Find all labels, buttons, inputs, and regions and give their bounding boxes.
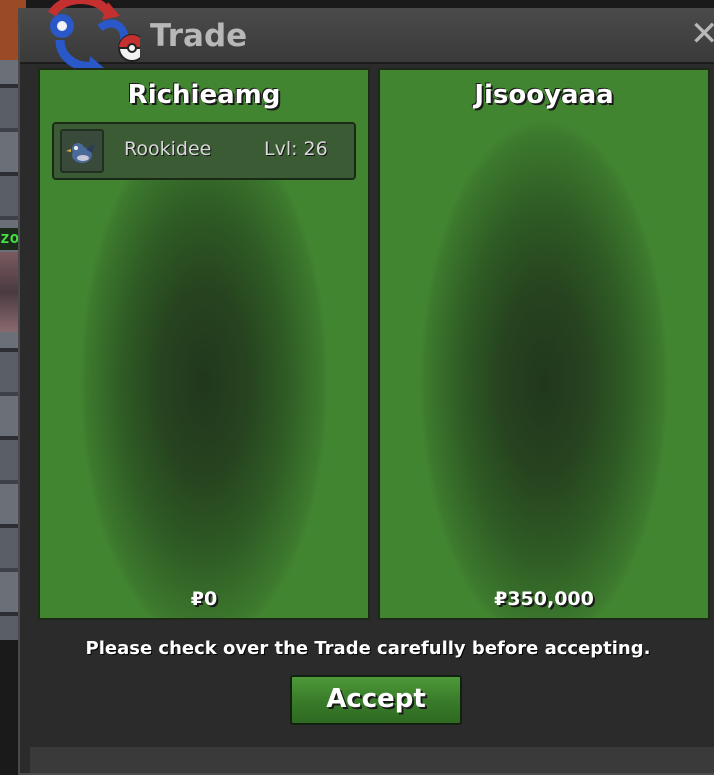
partner-offer-money: ₽350,000 [494, 588, 594, 610]
partner-offer-panel: Jisooyaaa ₽350,000 [378, 68, 710, 620]
trade-window: Trade ✕ Richieamg Rookidee Lvl: 26 ₽0 Ji… [18, 0, 714, 775]
my-offer-money: ₽0 [190, 588, 218, 610]
pokemon-level: Lvl: 26 [264, 138, 328, 160]
close-button[interactable]: ✕ [690, 16, 714, 52]
rookidee-icon [66, 143, 95, 163]
pokemon-name: Rookidee [124, 138, 212, 160]
window-title: Trade [150, 18, 248, 54]
pokemon-icon-slot [60, 129, 104, 173]
offered-pokemon-item[interactable]: Rookidee Lvl: 26 [52, 122, 356, 180]
my-player-name: Richieamg [127, 80, 281, 110]
my-offer-panel: Richieamg Rookidee Lvl: 26 ₽0 [38, 68, 370, 620]
accept-button[interactable]: Accept [290, 675, 462, 725]
trade-panels: Richieamg Rookidee Lvl: 26 ₽0 Jisooyaaa … [24, 68, 710, 628]
window-bottom-bar [30, 747, 714, 773]
partner-player-name: Jisooyaaa [474, 80, 614, 110]
close-icon: ✕ [690, 14, 714, 54]
trade-warning-notice: Please check over the Trade carefully be… [85, 638, 651, 659]
